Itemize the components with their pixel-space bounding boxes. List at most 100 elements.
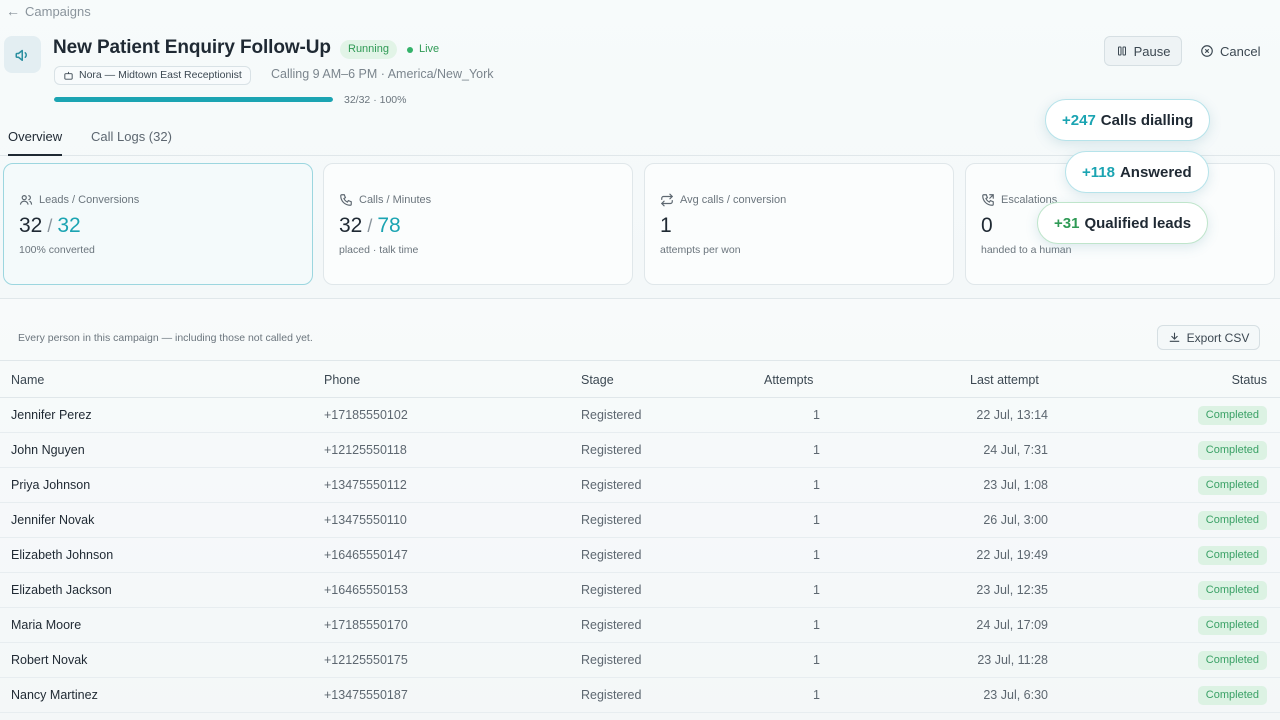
phone-forward-icon: [981, 193, 995, 207]
campaign-progress-bar: [54, 97, 333, 102]
page-title: New Patient Enquiry Follow-Up: [53, 37, 331, 58]
cell-last-attempt: 22 Jul, 19:49: [976, 548, 1048, 562]
column-header-name[interactable]: Name: [11, 373, 44, 387]
table-row[interactable]: Nancy Martinez +13475550187 Registered 1 23 …: [0, 678, 1280, 713]
cell-last-attempt: 23 Jul, 6:30: [983, 688, 1048, 702]
cell-phone: +12125550175: [324, 653, 408, 667]
stat-value-a: 1: [660, 214, 672, 237]
stat-sub-leads: 100% converted: [19, 244, 95, 256]
toast-number: +118: [1082, 163, 1115, 181]
stat-label-text: Avg calls / conversion: [680, 194, 787, 206]
stat-value-calls: 32/78: [339, 214, 401, 237]
cell-phone: +13475550112: [324, 478, 407, 492]
pause-label: Pause: [1133, 43, 1171, 59]
cell-stage: Registered: [581, 583, 642, 597]
stat-value-a: 0: [981, 214, 993, 237]
pause-button[interactable]: Pause: [1104, 36, 1182, 66]
cell-name: John Nguyen: [11, 443, 85, 457]
export-csv-button[interactable]: Export CSV: [1157, 325, 1260, 350]
pause-icon: [1116, 45, 1128, 57]
export-label: Export CSV: [1186, 330, 1250, 345]
cell-stage: Registered: [581, 478, 642, 492]
stat-value-escalations: 0: [981, 214, 993, 238]
cell-name: Jennifer Perez: [11, 408, 92, 422]
status-badge: Completed: [1197, 511, 1267, 530]
cell-phone: +17185550102: [324, 408, 408, 422]
users-icon: [19, 193, 33, 207]
stat-value-leads: 32/32: [19, 214, 81, 237]
cell-phone: +17185550170: [324, 618, 408, 632]
stat-card-calls: Calls / Minutes 32/78 placed · talk time: [323, 163, 633, 285]
progress-text: 32/32 · 100%: [344, 94, 407, 106]
cell-attempts: 1: [813, 548, 820, 562]
tab-overview[interactable]: Overview: [8, 129, 63, 156]
cell-stage: Registered: [581, 688, 642, 702]
table-row[interactable]: Elizabeth Jackson +16465550153 Registered 1…: [0, 573, 1280, 608]
cell-name: Robert Novak: [11, 653, 88, 667]
table-row[interactable]: Jennifer Perez +17185550102 Registered 1 22 …: [0, 398, 1280, 433]
table-row[interactable]: Priya Johnson +13475550112 Registered 1 23 J…: [0, 468, 1280, 503]
toast-answered: +118 Answered: [1065, 151, 1209, 193]
toast-label: Qualified leads: [1084, 214, 1192, 232]
cancel-button[interactable]: Cancel: [1200, 36, 1260, 66]
stat-label-avg: Avg calls / conversion: [660, 193, 786, 207]
back-link-label: Campaigns: [25, 3, 91, 19]
cell-attempts: 1: [813, 513, 820, 527]
status-badge: Completed: [1197, 441, 1267, 460]
cell-last-attempt: 23 Jul, 1:08: [983, 478, 1048, 492]
toast-label: Calls dialling: [1100, 111, 1194, 129]
cell-attempts: 1: [813, 653, 820, 667]
cell-last-attempt: 24 Jul, 17:09: [976, 618, 1048, 632]
cell-stage: Registered: [581, 443, 642, 457]
table-row[interactable]: Elizabeth Johnson +16465550147 Registered 1…: [0, 538, 1280, 573]
cell-attempts: 1: [813, 408, 820, 422]
cell-stage: Registered: [581, 548, 642, 562]
cell-name: Priya Johnson: [11, 478, 91, 492]
arrow-left-icon: ←: [6, 3, 20, 19]
column-header-phone[interactable]: Phone: [324, 373, 360, 387]
tab-call-logs[interactable]: Call Logs (32): [91, 129, 172, 154]
calling-schedule: Calling 9 AM–6 PM · America/New_York: [271, 67, 494, 81]
cell-last-attempt: 23 Jul, 11:28: [977, 653, 1048, 667]
cell-stage: Registered: [581, 618, 642, 632]
status-badge: Completed: [1197, 616, 1267, 635]
stat-value-avg: 1: [660, 214, 672, 238]
status-badge: Completed: [1197, 546, 1267, 565]
download-icon: [1168, 331, 1181, 344]
status-badge: Completed: [1197, 476, 1267, 495]
stat-value-b: 32: [57, 214, 81, 237]
cell-name: Jennifer Novak: [11, 513, 95, 527]
agent-chip[interactable]: Nora — Midtown East Receptionist: [54, 66, 251, 85]
cell-attempts: 1: [813, 478, 820, 492]
live-indicator: Live: [407, 40, 439, 59]
stat-label-text: Calls / Minutes: [359, 194, 432, 206]
toast-number: +31: [1054, 214, 1080, 232]
cell-last-attempt: 24 Jul, 7:31: [983, 443, 1048, 457]
back-to-campaigns-link[interactable]: ← Campaigns: [6, 3, 91, 19]
column-header-status[interactable]: Status: [1232, 373, 1267, 387]
column-header-stage[interactable]: Stage: [581, 373, 614, 387]
cell-phone: +16465550147: [324, 548, 408, 562]
cell-name: Maria Moore: [11, 618, 82, 632]
table-row[interactable]: Robert Novak +12125550175 Registered 1 23 Ju…: [0, 643, 1280, 678]
cancel-circle-icon: [1200, 44, 1214, 58]
column-header-attempts[interactable]: Attempts: [764, 373, 813, 387]
cell-phone: +12125550118: [324, 443, 407, 457]
cell-attempts: 1: [813, 618, 820, 632]
cell-stage: Registered: [581, 408, 642, 422]
column-header-last-attempt[interactable]: Last attempt: [970, 373, 1039, 387]
cell-phone: +13475550110: [324, 513, 407, 527]
robot-icon: [63, 70, 74, 81]
progress-fill: [54, 97, 333, 102]
live-label: Live: [419, 43, 440, 55]
cell-attempts: 1: [813, 688, 820, 702]
stat-value-a: 32: [19, 214, 43, 237]
cell-attempts: 1: [813, 583, 820, 597]
stat-sub-escalations: handed to a human: [981, 244, 1072, 256]
table-row[interactable]: Jennifer Novak +13475550110 Registered 1 26 …: [0, 503, 1280, 538]
cell-attempts: 1: [813, 443, 820, 457]
cell-stage: Registered: [581, 653, 642, 667]
table-row[interactable]: Maria Moore +17185550170 Registered 1 24 Jul…: [0, 608, 1280, 643]
table-row[interactable]: John Nguyen +12125550118 Registered 1 24 Jul…: [0, 433, 1280, 468]
stat-label-calls: Calls / Minutes: [339, 193, 431, 207]
